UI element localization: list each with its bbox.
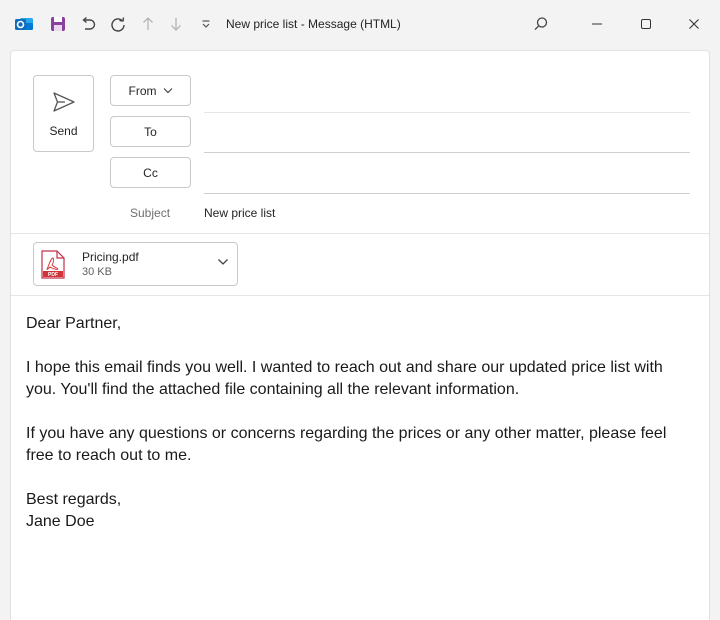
attachment-size: 30 KB xyxy=(82,266,112,278)
cc-label: Cc xyxy=(143,165,158,180)
redo-icon[interactable] xyxy=(108,14,128,34)
send-label: Send xyxy=(49,124,78,138)
chevron-down-icon xyxy=(163,88,172,94)
signature: Jane Doe xyxy=(26,513,95,530)
send-button[interactable]: Send xyxy=(33,75,94,152)
cc-button[interactable]: Cc xyxy=(110,157,191,188)
undo-icon[interactable] xyxy=(78,14,98,34)
customize-toolbar-icon[interactable] xyxy=(196,14,216,34)
body-paragraph: If you have any questions or concerns re… xyxy=(26,425,667,464)
to-input[interactable] xyxy=(204,152,690,153)
window-title: New price list - Message (HTML) xyxy=(226,17,401,31)
subject-label: Subject xyxy=(130,206,171,220)
outlook-compose-window: New price list - Message (HTML) Send Fro… xyxy=(0,0,720,620)
chevron-down-icon[interactable] xyxy=(217,258,229,266)
from-button[interactable]: From xyxy=(110,75,191,106)
arrow-up-icon[interactable] xyxy=(138,14,158,34)
from-label: From xyxy=(128,83,157,98)
header-divider xyxy=(11,233,709,234)
pdf-file-icon: PDF xyxy=(41,250,65,279)
minimize-icon[interactable] xyxy=(587,14,607,34)
message-format: Message (HTML) xyxy=(308,17,401,31)
greeting: Dear Partner, xyxy=(26,315,122,332)
cc-input[interactable] xyxy=(204,193,690,194)
to-button[interactable]: To xyxy=(110,116,191,147)
arrow-down-icon[interactable] xyxy=(166,14,186,34)
compose-card: Send From To Cc Subject New price list P… xyxy=(10,50,710,620)
close-icon[interactable] xyxy=(684,14,704,34)
title-separator: - xyxy=(300,17,305,31)
search-icon[interactable] xyxy=(531,14,551,34)
title-bar: New price list - Message (HTML) xyxy=(0,0,720,48)
message-title: New price list xyxy=(226,17,298,31)
from-field-line xyxy=(204,112,690,113)
pdf-icon-text: PDF xyxy=(48,272,58,278)
outlook-app-icon[interactable] xyxy=(14,14,34,34)
attachment-name: Pricing.pdf xyxy=(82,250,139,264)
message-body[interactable]: Dear Partner, I hope this email finds yo… xyxy=(26,313,696,533)
body-paragraph: I hope this email finds you well. I want… xyxy=(26,359,663,398)
signoff: Best regards, xyxy=(26,491,122,508)
maximize-icon[interactable] xyxy=(636,14,656,34)
save-icon[interactable] xyxy=(48,14,68,34)
attachment-card[interactable]: PDF Pricing.pdf 30 KB xyxy=(33,242,238,286)
to-label: To xyxy=(144,124,157,139)
send-icon xyxy=(53,92,75,112)
attachment-divider xyxy=(11,295,709,296)
subject-input[interactable]: New price list xyxy=(204,206,275,220)
